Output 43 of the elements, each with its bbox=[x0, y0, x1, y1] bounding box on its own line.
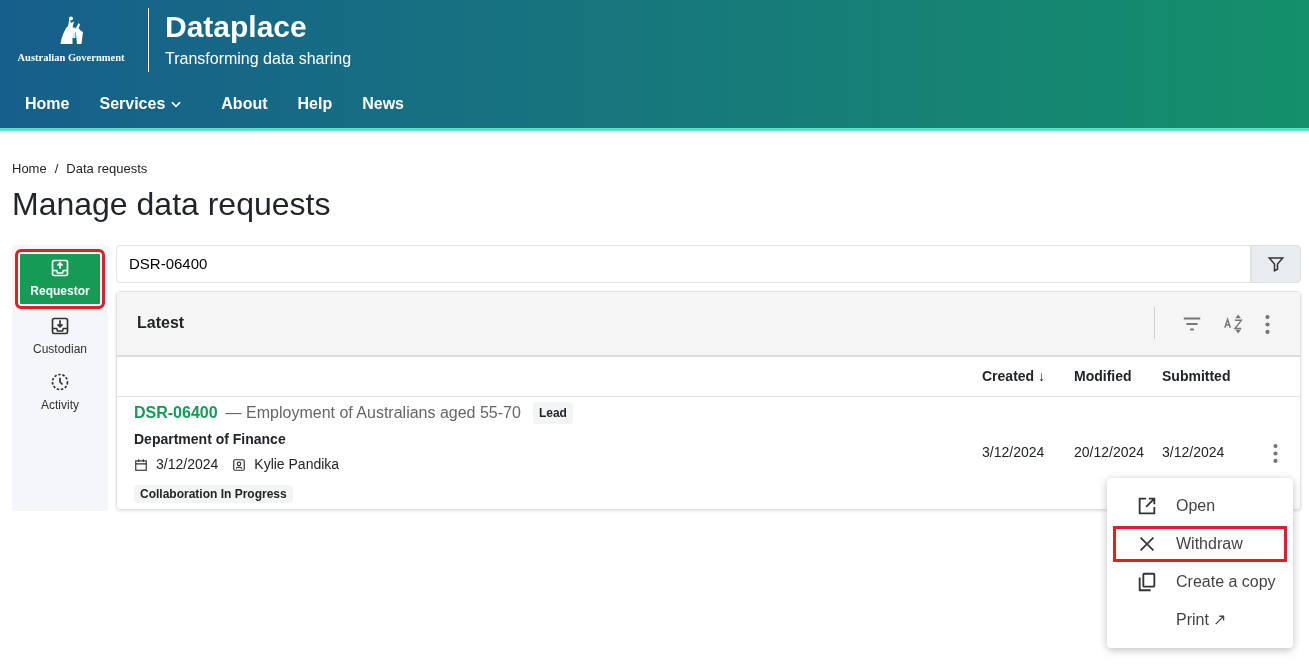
list-title: Latest bbox=[137, 313, 186, 334]
breadcrumb-link[interactable]: Home bbox=[12, 159, 47, 179]
tray-download-icon bbox=[50, 315, 70, 336]
nav-link[interactable]: News bbox=[347, 92, 419, 116]
request-date: 3/12/2024 bbox=[156, 455, 219, 475]
role-tag: Lead bbox=[532, 402, 573, 425]
open-external-icon bbox=[1136, 495, 1158, 517]
side-nav-item[interactable]: Activity bbox=[15, 364, 105, 421]
side-nav-item[interactable]: Requestor bbox=[15, 248, 105, 309]
search-field[interactable]: DSR-06400 bbox=[116, 244, 1251, 283]
side-nav-item[interactable]: Custodian bbox=[15, 308, 105, 365]
nav-link[interactable]: Services bbox=[84, 92, 199, 116]
column-header[interactable]: Created ↓ bbox=[982, 365, 1074, 387]
person-badge-icon bbox=[232, 457, 247, 472]
copy-icon bbox=[1136, 571, 1158, 593]
kebab-menu-icon bbox=[1272, 444, 1278, 464]
request-id-link[interactable]: DSR-06400 bbox=[134, 401, 218, 426]
organisation-name: Department of Finance bbox=[134, 430, 287, 450]
table-cell-text: 20/12/2024 bbox=[1074, 443, 1146, 463]
filter-button[interactable] bbox=[1251, 244, 1301, 283]
breadcrumb-current: Data requests bbox=[66, 160, 148, 178]
column-header[interactable]: Submitted bbox=[1162, 365, 1250, 387]
site-title: Dataplace bbox=[165, 9, 308, 43]
logo-text: Australian Government bbox=[17, 51, 125, 66]
nav-link[interactable]: About bbox=[206, 92, 283, 116]
clock-icon bbox=[50, 371, 70, 392]
nav-link[interactable]: Help bbox=[282, 92, 348, 116]
sort-alpha-icon bbox=[1223, 312, 1245, 335]
request-title: — Employment of Australians aged 55-70 bbox=[225, 403, 521, 424]
menu-item[interactable]: Withdraw bbox=[1113, 526, 1287, 562]
page-title: Manage data requests bbox=[12, 184, 332, 223]
status-tag: Collaboration In Progress bbox=[134, 485, 293, 504]
site-subtitle: Transforming data sharing bbox=[165, 48, 352, 69]
table-cell-text: 3/12/2024 bbox=[1162, 443, 1226, 463]
calendar-icon bbox=[134, 457, 148, 472]
filter-icon bbox=[1267, 254, 1285, 273]
tray-upload-icon bbox=[50, 257, 70, 278]
breadcrumb-separator: / bbox=[54, 160, 59, 178]
column-header[interactable]: Modified bbox=[1074, 365, 1162, 387]
nav-link[interactable]: Home bbox=[10, 92, 85, 116]
table-cell-text: 3/12/2024 bbox=[982, 443, 1046, 463]
kebab-menu-icon bbox=[1265, 314, 1270, 334]
requester-name: Kylie Pandika bbox=[254, 455, 340, 475]
